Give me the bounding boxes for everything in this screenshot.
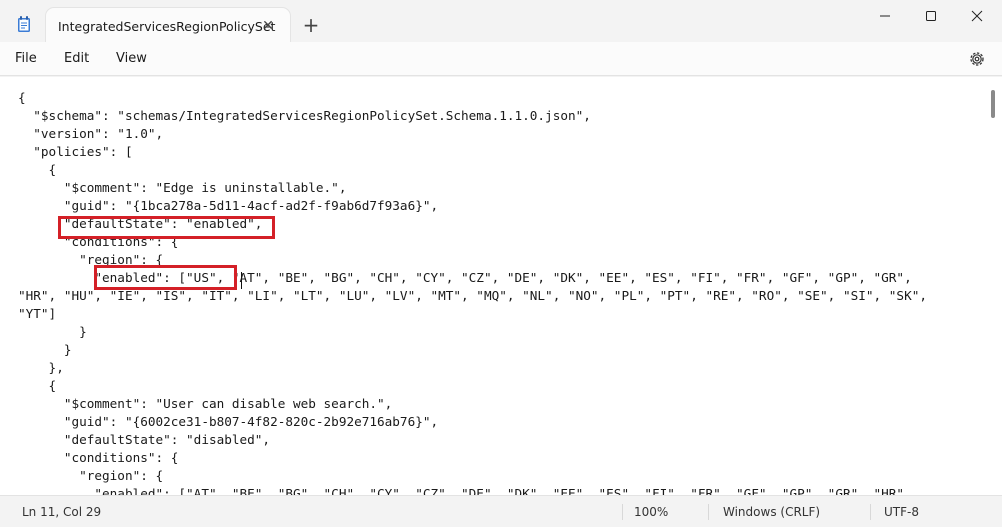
tab-title: IntegratedServicesRegionPolicySet <box>58 19 276 34</box>
code-line: "YT"] <box>18 306 57 321</box>
code-line: "$comment": "Edge is uninstallable.", <box>18 180 347 195</box>
code-line: }, <box>18 360 64 375</box>
code-line: "guid": "{6002ce31-b807-4f82-820c-2b92e7… <box>18 414 439 429</box>
status-divider <box>870 504 871 520</box>
cursor-position: Ln 11, Col 29 <box>22 505 102 519</box>
maximize-icon <box>926 11 936 21</box>
menu-bar: File Edit View <box>0 42 1002 76</box>
minimize-icon <box>880 15 890 17</box>
settings-gear-icon[interactable] <box>968 50 986 68</box>
code-line: "$comment": "User can disable web search… <box>18 396 393 411</box>
highlight-defaultstate <box>58 216 275 239</box>
minimize-button[interactable] <box>862 0 908 32</box>
highlight-enabled-us <box>94 265 237 290</box>
code-line: "region": { <box>18 468 164 483</box>
tab-integratedservices[interactable]: IntegratedServicesRegionPolicySet ✕ <box>46 8 290 44</box>
status-divider <box>708 504 709 520</box>
status-divider <box>622 504 623 520</box>
vertical-scrollbar[interactable] <box>991 90 995 118</box>
code-line: "defaultState": "disabled", <box>18 432 271 447</box>
status-bar: Ln 11, Col 29 100% Windows (CRLF) UTF-8 <box>0 495 1002 527</box>
close-button[interactable] <box>954 0 1000 32</box>
line-ending[interactable]: Windows (CRLF) <box>723 505 820 519</box>
new-tab-icon[interactable]: + <box>300 15 322 37</box>
title-bar: IntegratedServicesRegionPolicySet ✕ + <box>0 0 1002 44</box>
code-line: { <box>18 90 26 105</box>
code-line: { <box>18 378 57 393</box>
code-line: "guid": "{1bca278a-5d11-4acf-ad2f-f9ab6d… <box>18 198 439 213</box>
code-line: } <box>18 342 72 357</box>
menu-file[interactable]: File <box>15 51 37 66</box>
menu-view[interactable]: View <box>116 51 147 66</box>
code-line: } <box>18 324 87 339</box>
code-line: "conditions": { <box>18 450 179 465</box>
maximize-button[interactable] <box>908 0 954 32</box>
code-line: "$schema": "schemas/IntegratedServicesRe… <box>18 108 591 123</box>
zoom-level[interactable]: 100% <box>634 505 668 519</box>
code-line: "version": "1.0", <box>18 126 164 141</box>
encoding[interactable]: UTF-8 <box>884 505 919 519</box>
code-line: "enabled": ["AT", "BE", "BG", "CH", "CY"… <box>18 486 912 495</box>
code-line: "policies": [ <box>18 144 133 159</box>
notepad-app-icon <box>17 15 31 33</box>
tab-close-icon[interactable]: ✕ <box>258 16 278 36</box>
close-icon <box>971 10 983 22</box>
text-editor[interactable]: { "$schema": "schemas/IntegratedServices… <box>0 77 1002 495</box>
code-line: { <box>18 162 57 177</box>
text-caret <box>241 272 242 289</box>
menu-edit[interactable]: Edit <box>64 51 89 66</box>
